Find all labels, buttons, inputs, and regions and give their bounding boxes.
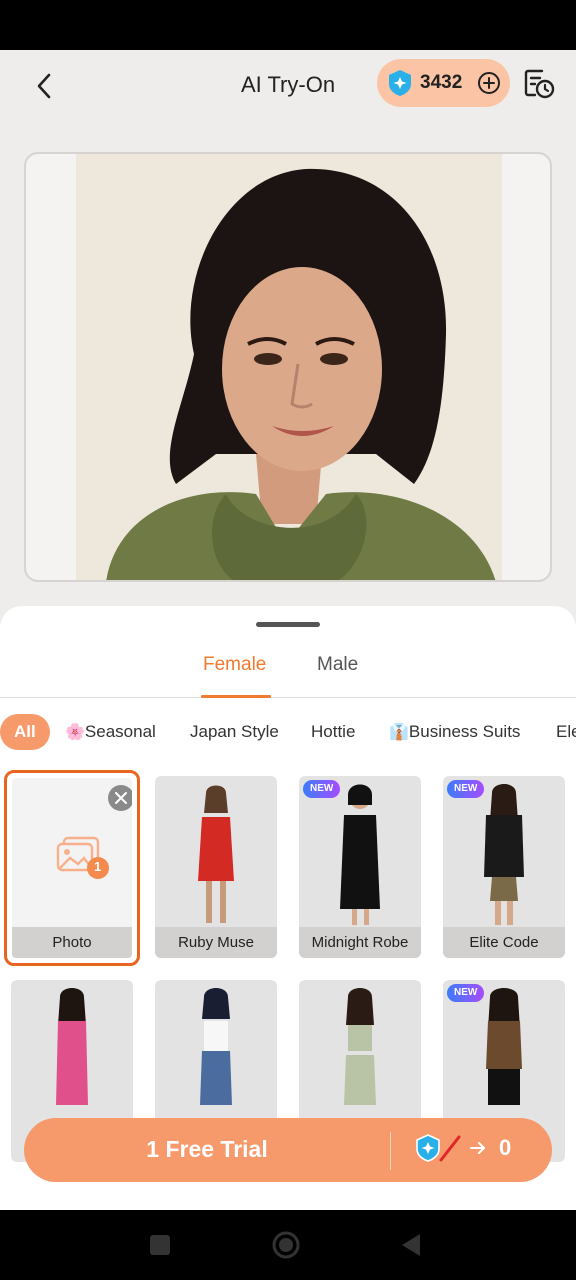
uploaded-photo-frame[interactable] <box>24 152 552 582</box>
outfit-image <box>484 784 524 925</box>
close-icon <box>115 792 127 804</box>
history-button[interactable] <box>522 67 558 103</box>
card-label: Elite Code <box>443 927 565 958</box>
gallery-icon <box>56 836 109 879</box>
gender-tabs: Female Male <box>0 646 576 698</box>
add-coins-icon[interactable] <box>477 71 501 95</box>
home-icon[interactable] <box>271 1230 301 1260</box>
card-label: Ruby Muse <box>155 927 277 958</box>
gem-icon <box>389 70 411 96</box>
history-icon <box>524 69 555 99</box>
arrow-right-icon <box>470 1142 485 1154</box>
status-bar <box>0 0 576 50</box>
card-label: Photo <box>12 927 132 958</box>
tab-male[interactable]: Male <box>317 654 358 676</box>
category-hottie[interactable]: Hottie <box>311 714 355 750</box>
upload-photo-area: 1 Photo <box>12 778 132 958</box>
remove-photo-button[interactable] <box>108 785 132 811</box>
tab-female[interactable]: Female <box>203 654 266 676</box>
new-badge: NEW <box>447 984 485 1002</box>
free-trial-button[interactable]: 1 Free Trial 0 <box>24 1118 552 1182</box>
system-nav-bar <box>0 1210 576 1280</box>
cta-divider <box>390 1132 391 1170</box>
outfit-image <box>486 988 522 1105</box>
coin-balance-button[interactable]: 3432 <box>377 59 510 107</box>
outfit-image <box>340 784 380 925</box>
coin-amount: 3432 <box>420 72 463 93</box>
outfit-image <box>56 988 88 1105</box>
portrait-photo <box>76 154 502 580</box>
flower-icon: 🌸 <box>65 724 85 741</box>
photo-count-badge: 1 <box>94 859 102 874</box>
cost-value: 0 <box>499 1135 512 1160</box>
style-picker-sheet: Female Male All 🌸Seasonal Japan Style Ho… <box>0 606 576 1210</box>
style-card-midnight-robe[interactable]: NEW Midnight Robe <box>299 776 421 958</box>
new-badge: NEW <box>303 780 341 798</box>
category-filter-row: All 🌸Seasonal Japan Style Hottie 👔Busine… <box>0 714 576 750</box>
cta-label: 1 Free Trial <box>146 1136 268 1162</box>
category-more[interactable]: Ele <box>556 714 576 750</box>
category-all[interactable]: All <box>0 714 50 750</box>
category-business-suits[interactable]: 👔Business Suits <box>389 714 520 750</box>
header: AI Try-On 3432 <box>0 50 576 120</box>
category-seasonal[interactable]: 🌸Seasonal <box>65 714 156 750</box>
necktie-icon: 👔 <box>389 724 409 741</box>
outfit-image <box>198 785 234 923</box>
outfit-image <box>200 988 232 1105</box>
active-tab-indicator <box>201 695 271 698</box>
new-badge: NEW <box>447 780 485 798</box>
recents-icon[interactable] <box>149 1234 171 1256</box>
outfit-image <box>344 988 376 1105</box>
gem-crossed-icon <box>416 1134 461 1162</box>
style-card-ruby-muse[interactable]: Ruby Muse <box>155 776 277 958</box>
back-nav-icon[interactable] <box>400 1232 422 1258</box>
card-label: Midnight Robe <box>299 927 421 958</box>
style-card-elite-code[interactable]: NEW Elite Code <box>443 776 565 958</box>
cta-cost: 0 <box>415 1133 511 1163</box>
category-japan-style[interactable]: Japan Style <box>190 714 279 750</box>
upload-photo-card[interactable]: 1 Photo <box>4 770 140 966</box>
drag-handle[interactable] <box>256 622 320 627</box>
